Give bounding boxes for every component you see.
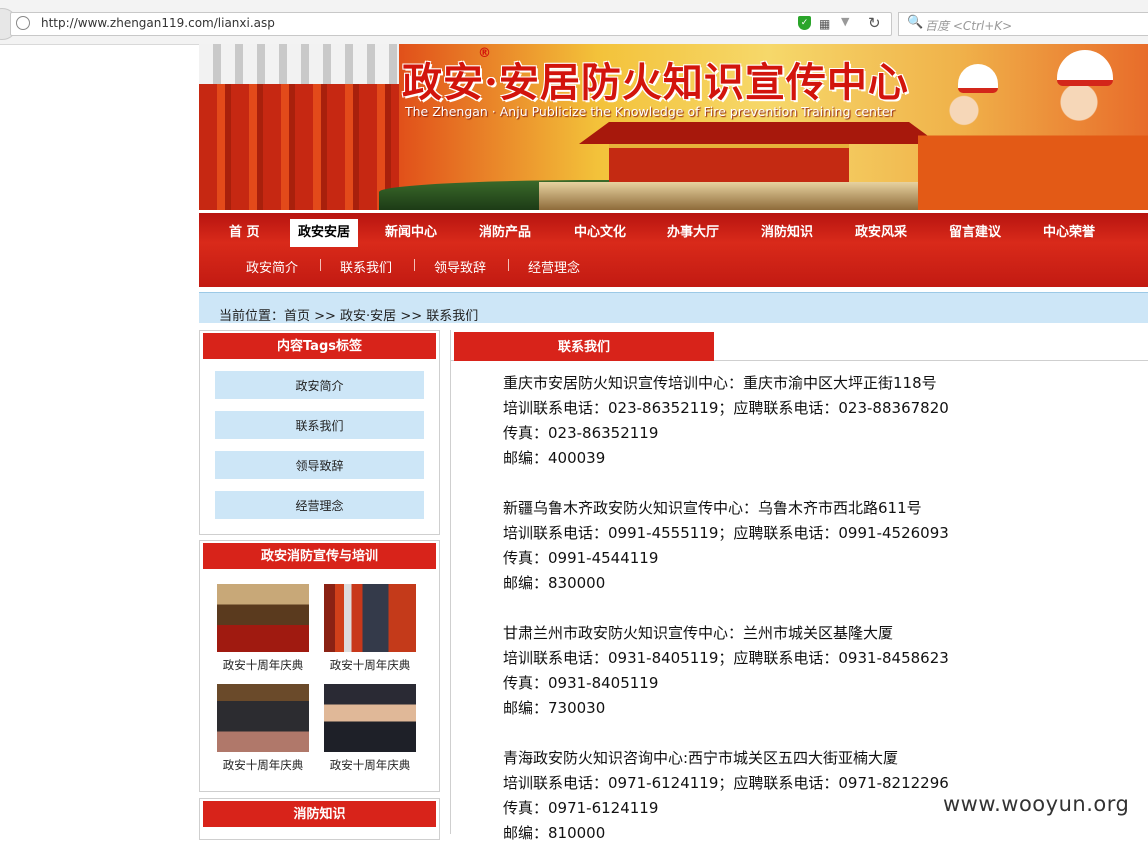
subnav-divider: [508, 259, 509, 271]
search-bar[interactable]: 🔍 百度 <Ctrl+K>: [898, 12, 1148, 36]
contact-phone: 培训联系电话：023-86352119；应聘联系电话：023-88367820: [503, 399, 949, 417]
subnav-philosophy[interactable]: 经营理念: [528, 257, 580, 276]
promo-caption[interactable]: 政安十周年庆典: [208, 657, 318, 673]
content-tab-title: 联系我们: [454, 332, 714, 361]
nav-feedback[interactable]: 留言建议: [941, 222, 1009, 244]
dropdown-arrow-icon[interactable]: ▼: [841, 15, 849, 28]
subnav-leader-speech[interactable]: 领导致辞: [434, 257, 486, 276]
firemen-image: [918, 44, 1148, 210]
contact-name: 新疆乌鲁木齐政安防火知识宣传中心：乌鲁木齐市西北路611号: [503, 499, 922, 517]
tag-philosophy[interactable]: 经营理念: [215, 491, 424, 519]
nav-zhengan-anju[interactable]: 政安安居: [290, 219, 359, 247]
contact-content: 联系我们 重庆市安居防火知识宣传培训中心：重庆市渝中区大坪正街118号 培训联系…: [450, 330, 1148, 842]
contact-postcode: 邮编：730030: [503, 699, 606, 717]
training-panel-title: 政安消防宣传与培训: [203, 543, 436, 569]
promo-photo[interactable]: [217, 584, 309, 652]
promo-caption[interactable]: 政安十周年庆典: [315, 657, 425, 673]
subnav-intro[interactable]: 政安简介: [246, 257, 298, 276]
secondary-nav: 政安简介 联系我们 领导致辞 经营理念: [199, 257, 1148, 281]
nav-honors[interactable]: 中心荣誉: [1035, 222, 1103, 244]
promo-caption[interactable]: 政安十周年庆典: [208, 757, 318, 773]
contact-entry: 新疆乌鲁木齐政安防火知识宣传中心：乌鲁木齐市西北路611号 培训联系电话：099…: [503, 496, 949, 596]
tags-panel: 内容Tags标签 政安简介 联系我们 领导致辞 经营理念: [199, 330, 440, 535]
tags-panel-title: 内容Tags标签: [203, 333, 436, 359]
contact-fax: 传真：023-86352119: [503, 424, 659, 442]
subnav-divider: [414, 259, 415, 271]
contact-postcode: 邮编：830000: [503, 574, 606, 592]
contact-name: 重庆市安居防火知识宣传培训中心：重庆市渝中区大坪正街118号: [503, 374, 937, 392]
browser-toolbar: http://www.zhengan119.com/lianxi.asp ✓ ▦…: [0, 0, 1148, 45]
promo-caption[interactable]: 政安十周年庆典: [315, 757, 425, 773]
contact-phone: 培训联系电话：0991-4555119；应聘联系电话：0991-4526093: [503, 524, 949, 542]
subnav-divider: [320, 259, 321, 271]
soldiers-image: [199, 44, 399, 210]
primary-nav: 首 页 政安安居 新闻中心 消防产品 中心文化 办事大厅 消防知识 政安风采 留…: [199, 216, 1148, 248]
tag-intro[interactable]: 政安简介: [215, 371, 424, 399]
tag-contact[interactable]: 联系我们: [215, 411, 424, 439]
nav-culture[interactable]: 中心文化: [566, 222, 634, 244]
promo-photo[interactable]: [324, 684, 416, 752]
palace-image: [539, 122, 939, 210]
banner-subtitle: The Zhengan · Anju Publicize the Knowled…: [405, 104, 895, 119]
site-banner: 政安·安居防火知识宣传中心 ® The Zhengan · Anju Publi…: [199, 44, 1148, 210]
nav-fire-knowledge[interactable]: 消防知识: [753, 222, 821, 244]
nav-service-hall[interactable]: 办事大厅: [659, 222, 727, 244]
fire-knowledge-title: 消防知识: [203, 801, 436, 827]
contact-phone: 培训联系电话：0931-8405119；应聘联系电话：0931-8458623: [503, 649, 949, 667]
main-navigation: 首 页 政安安居 新闻中心 消防产品 中心文化 办事大厅 消防知识 政安风采 留…: [199, 213, 1148, 287]
breadcrumb: 当前位置：首页 >> 政安·安居 >> 联系我们: [199, 292, 1148, 324]
url-text[interactable]: http://www.zhengan119.com/lianxi.asp: [41, 16, 275, 30]
breadcrumb-text[interactable]: 当前位置：首页 >> 政安·安居 >> 联系我们: [219, 305, 478, 324]
promo-photo[interactable]: [324, 584, 416, 652]
qr-code-icon[interactable]: ▦: [819, 17, 830, 31]
training-panel: 政安消防宣传与培训 政安十周年庆典 政安十周年庆典 政安十周年庆典 政安十周年庆…: [199, 540, 440, 792]
contact-name: 青海政安防火知识咨询中心:西宁市城关区五四大街亚楠大厦: [503, 749, 899, 767]
nav-gallery[interactable]: 政安风采: [847, 222, 915, 244]
contact-postcode: 邮编：400039: [503, 449, 606, 467]
promo-photo[interactable]: [217, 684, 309, 752]
contact-fax: 传真：0971-6124119: [503, 799, 659, 817]
contact-phone: 培训联系电话：0971-6124119；应聘联系电话：0971-8212296: [503, 774, 949, 792]
nav-products[interactable]: 消防产品: [471, 222, 539, 244]
contact-entry: 重庆市安居防火知识宣传培训中心：重庆市渝中区大坪正街118号 培训联系电话：02…: [503, 371, 949, 471]
search-placeholder[interactable]: 百度 <Ctrl+K>: [925, 17, 1012, 34]
contact-name: 甘肃兰州市政安防火知识宣传中心：兰州市城关区基隆大厦: [503, 624, 894, 642]
globe-icon: [16, 16, 30, 30]
tag-leader-speech[interactable]: 领导致辞: [215, 451, 424, 479]
reload-icon[interactable]: ↻: [868, 14, 881, 32]
contact-entry: 甘肃兰州市政安防火知识宣传中心：兰州市城关区基隆大厦 培训联系电话：0931-8…: [503, 621, 949, 721]
contact-fax: 传真：0931-8405119: [503, 674, 659, 692]
watermark-text: www.wooyun.org: [943, 792, 1130, 816]
nav-home[interactable]: 首 页: [221, 222, 268, 244]
subnav-contact[interactable]: 联系我们: [340, 257, 392, 276]
registered-mark: ®: [478, 46, 491, 61]
contact-entry: 青海政安防火知识咨询中心:西宁市城关区五四大街亚楠大厦 培训联系电话：0971-…: [503, 746, 949, 846]
search-icon: 🔍: [907, 15, 924, 30]
nav-news[interactable]: 新闻中心: [377, 222, 445, 244]
address-bar[interactable]: http://www.zhengan119.com/lianxi.asp ✓ ▦…: [10, 12, 892, 36]
contact-fax: 传真：0991-4544119: [503, 549, 659, 567]
security-shield-icon[interactable]: ✓: [798, 16, 811, 30]
